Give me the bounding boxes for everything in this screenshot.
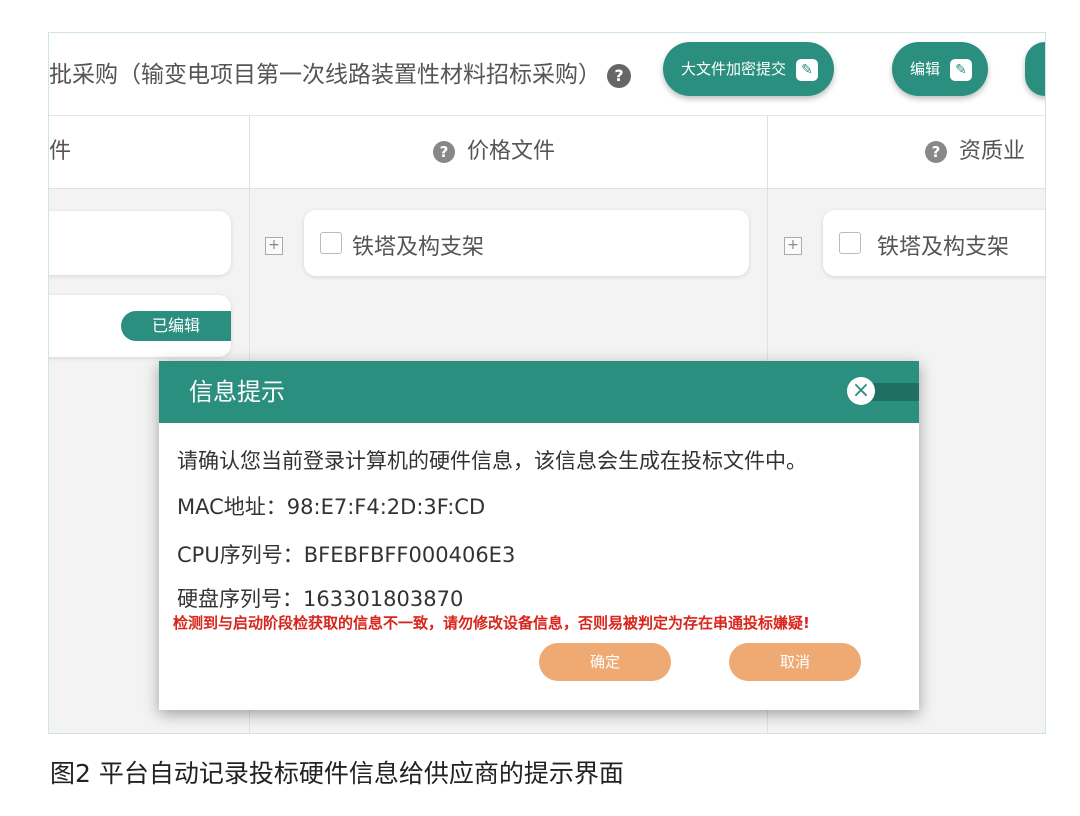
edit-icon: ✎	[796, 58, 819, 81]
column-header-price: ? 价格文件	[433, 116, 555, 188]
price-file-item-card[interactable]: 铁塔及构支架	[304, 210, 749, 276]
dialog-title: 信息提示	[189, 378, 285, 406]
more-button[interactable]	[1025, 42, 1045, 96]
info-prompt-dialog: 信息提示 × 请确认您当前登录计算机的硬件信息，该信息会生成在投标文件中。 MA…	[159, 361, 919, 710]
disk-label: 硬盘序列号：	[177, 587, 303, 611]
item-label: 铁塔及构支架	[352, 235, 485, 260]
procurement-title: 批采购（输变电项目第一次线路装置性材料招标采购）?	[49, 55, 631, 89]
dialog-header: 信息提示 ×	[159, 361, 919, 423]
item-checkbox[interactable]	[320, 232, 342, 254]
edited-status-badge: 已编辑	[121, 311, 231, 341]
question-circle-icon[interactable]: ?	[607, 63, 631, 88]
cancel-button[interactable]: 取消	[729, 643, 861, 681]
left-card[interactable]	[49, 211, 231, 275]
item-label: 铁塔及构支架	[877, 235, 1010, 260]
confirm-button[interactable]: 确定	[539, 643, 671, 681]
column-header-row: 件 ? 价格文件 ? 资质业	[49, 116, 1045, 189]
mismatch-warning-text: 检测到与启动阶段检获取的信息不一致，请勿修改设备信息，否则易被判定为存在串通投标…	[173, 614, 810, 632]
edit-button-label: 编辑	[910, 60, 941, 78]
mac-value: 98:E7:F4:2D:3F:CD	[286, 495, 486, 519]
upload-button-label: 大文件加密提交	[681, 60, 787, 78]
cpu-value: BFEBFBFF000406E3	[303, 543, 516, 567]
disk-value: 163301803870	[303, 587, 464, 611]
cpu-label: CPU序列号：	[177, 543, 304, 567]
large-file-encrypt-submit-button[interactable]: 大文件加密提交 ✎	[663, 42, 835, 96]
qualification-file-item-card[interactable]: 铁塔及构支架	[823, 210, 1045, 276]
figure-caption: 图2 平台自动记录投标硬件信息给供应商的提示界面	[50, 759, 624, 788]
edit-icon: ✎	[950, 58, 973, 81]
item-checkbox[interactable]	[839, 232, 861, 254]
disk-serial-row: 硬盘序列号：163301803870	[177, 583, 463, 613]
expand-toggle-icon[interactable]: +	[784, 237, 802, 255]
column-header-qualification: ? 资质业	[925, 116, 1025, 188]
screenshot-frame: 批采购（输变电项目第一次线路装置性材料招标采购）? 大文件加密提交 ✎ 编辑 ✎ 件…	[48, 32, 1046, 734]
qualification-column-label: 资质业	[959, 139, 1026, 164]
question-circle-icon[interactable]: ?	[925, 141, 947, 163]
dialog-intro-text: 请确认您当前登录计算机的硬件信息，该信息会生成在投标文件中。	[177, 449, 807, 473]
mac-address-row: MAC地址：98:E7:F4:2D:3F:CD	[177, 491, 485, 521]
column-header-left: 件	[49, 139, 72, 164]
price-column-label: 价格文件	[467, 139, 556, 164]
close-icon[interactable]: ×	[847, 377, 875, 405]
header-strip	[871, 383, 919, 401]
question-circle-icon[interactable]: ?	[433, 141, 455, 163]
edit-button[interactable]: 编辑 ✎	[892, 42, 989, 96]
cpu-serial-row: CPU序列号：BFEBFBFF000406E3	[177, 539, 515, 569]
expand-toggle-icon[interactable]: +	[265, 237, 283, 255]
mac-label: MAC地址：	[177, 495, 287, 519]
top-bar: 批采购（输变电项目第一次线路装置性材料招标采购）? 大文件加密提交 ✎ 编辑 ✎	[49, 33, 1045, 116]
